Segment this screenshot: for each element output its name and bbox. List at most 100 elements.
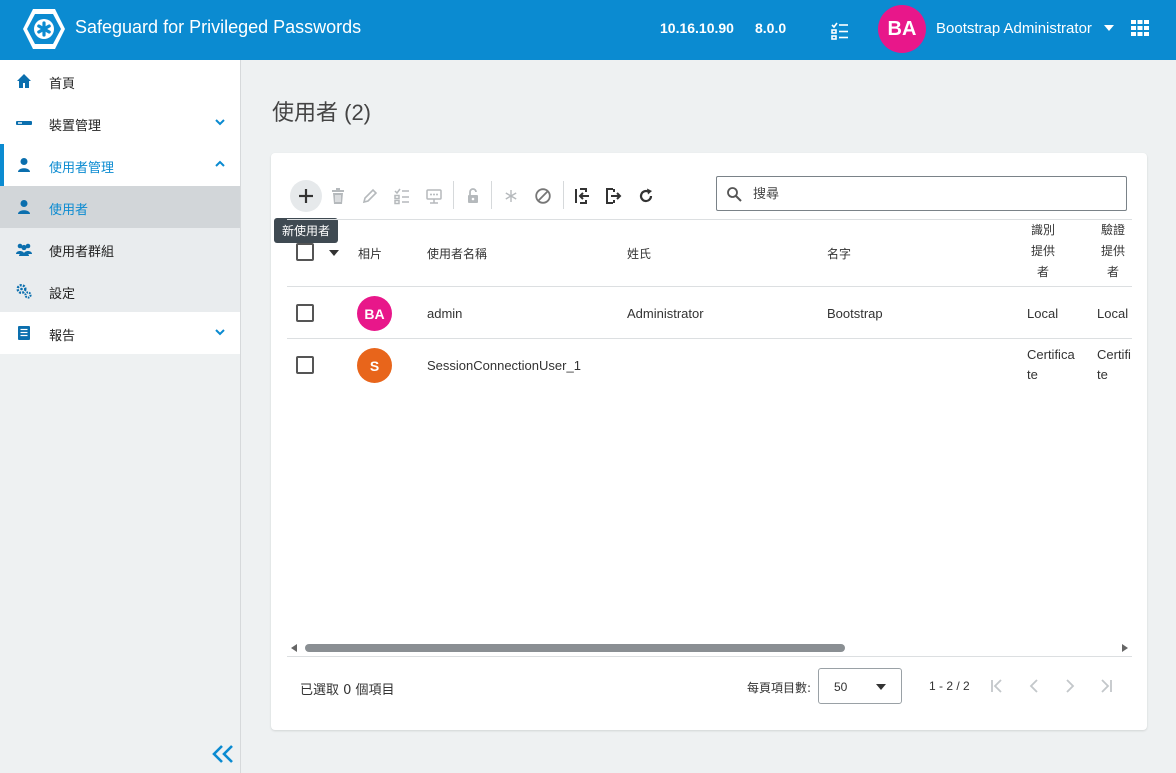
sidebar-item-users[interactable]: 使用者 [0, 186, 240, 228]
page-range: 1 - 2 / 2 [929, 679, 970, 693]
header-line: 者 [1106, 265, 1119, 279]
report-icon [18, 326, 30, 340]
horizontal-scrollbar[interactable] [287, 642, 1132, 654]
cell-username: SessionConnectionUser_1 [427, 358, 581, 373]
presentation-button[interactable] [422, 184, 446, 208]
sidebar-item-label: 使用者群組 [49, 245, 115, 260]
header-line: 識別 [1030, 223, 1055, 237]
header-line: 者 [1036, 265, 1049, 279]
block-icon [535, 188, 551, 204]
sidebar-item-user-groups[interactable]: 使用者群組 [0, 228, 240, 270]
device-icon [16, 121, 32, 125]
items-per-page-label: 每頁項目數: [747, 681, 812, 695]
scroll-right-arrow-icon[interactable] [1122, 644, 1128, 652]
caret-down-icon [876, 684, 886, 690]
toolbar-divider [563, 181, 564, 209]
header-line: 提供 [1030, 244, 1055, 258]
sidebar-item-label: 使用者 [49, 203, 89, 218]
column-header-auth-provider[interactable]: 驗證 提供 者 [1098, 220, 1128, 283]
sidebar-item-user-management[interactable]: 使用者管理 [0, 144, 240, 186]
apps-grid-icon[interactable] [1131, 20, 1149, 36]
user-menu-button[interactable]: Bootstrap Administrator [936, 20, 1092, 37]
pencil-icon [362, 188, 378, 204]
refresh-button[interactable] [634, 184, 658, 208]
user-icon [18, 158, 30, 172]
row-checkbox[interactable] [296, 304, 314, 322]
sidebar-item-settings[interactable]: 設定 [0, 270, 240, 312]
caret-down-icon[interactable] [1104, 25, 1114, 31]
cell-first-name: Bootstrap [827, 306, 883, 321]
safeguard-logo-icon [23, 9, 65, 49]
appliance-ip: 10.16.10.90 [660, 20, 734, 36]
trash-icon [332, 188, 344, 204]
chevron-down-icon [215, 119, 225, 126]
sidebar-item-label: 使用者管理 [49, 161, 115, 176]
search-box[interactable] [716, 176, 1127, 211]
search-input[interactable] [753, 183, 1113, 205]
row-divider [287, 286, 1132, 287]
sidebar-item-label: 首頁 [49, 77, 76, 92]
export-button[interactable] [602, 184, 626, 208]
grid-top-divider [287, 219, 1132, 220]
column-header-username[interactable]: 使用者名稱 [427, 245, 487, 262]
next-page-icon[interactable] [1061, 677, 1079, 695]
app-title: Safeguard for Privileged Passwords [75, 17, 362, 37]
cell-username: admin [427, 306, 463, 321]
search-icon [727, 187, 742, 202]
sidebar-item-home[interactable]: 首頁 [0, 60, 240, 102]
tasks-list-icon[interactable] [830, 21, 850, 41]
import-icon [575, 188, 589, 204]
import-button[interactable] [570, 184, 594, 208]
sidebar-item-reports[interactable]: 報告 [0, 312, 240, 354]
cell-last-name: Administrator [627, 306, 704, 321]
sidebar-item-label: 裝置管理 [49, 119, 102, 134]
column-header-photo[interactable]: 相片 [358, 245, 382, 262]
delete-button[interactable] [326, 184, 350, 208]
items-per-page-select[interactable]: 50 [818, 668, 902, 704]
cell-auth-provider: Certifi te [1097, 345, 1133, 385]
user-avatar[interactable]: BA [878, 5, 926, 53]
edit-button[interactable] [358, 184, 382, 208]
cell-identity-provider: Certifica te [1027, 345, 1075, 385]
row-checkbox[interactable] [296, 356, 314, 374]
page-title: 使用者 (2) [272, 100, 372, 125]
display-icon [426, 189, 442, 204]
checklist-button[interactable] [390, 184, 414, 208]
footer-divider [287, 656, 1132, 657]
disable-button[interactable] [531, 184, 555, 208]
sidebar-item-device-management[interactable]: 裝置管理 [0, 102, 240, 144]
previous-page-icon[interactable] [1025, 677, 1043, 695]
cell-line: Certifica [1027, 347, 1075, 362]
chevron-down-icon [215, 329, 225, 336]
column-header-first-name[interactable]: 名字 [827, 245, 851, 262]
last-page-icon[interactable] [1097, 677, 1115, 695]
header-line: 驗證 [1100, 223, 1125, 237]
unlock-button[interactable] [461, 184, 485, 208]
collapse-sidebar-icon[interactable] [210, 744, 236, 764]
column-header-identity-provider[interactable]: 識別 提供 者 [1028, 220, 1058, 283]
add-user-button[interactable] [290, 180, 322, 212]
user-icon [18, 200, 30, 214]
scroll-left-arrow-icon[interactable] [291, 644, 297, 652]
app-header: Safeguard for Privileged Passwords 10.16… [0, 0, 1176, 60]
toolbar-divider [453, 181, 454, 209]
cell-line: te [1027, 367, 1038, 382]
scrollbar-thumb[interactable] [305, 644, 845, 652]
cell-auth-provider: Local [1097, 306, 1129, 321]
column-header-last-name[interactable]: 姓氏 [627, 245, 651, 262]
reset-password-button[interactable] [499, 184, 523, 208]
appliance-version: 8.0.0 [755, 20, 787, 36]
home-icon [17, 74, 31, 88]
select-all-checkbox[interactable] [296, 243, 314, 261]
avatar: S [357, 348, 392, 383]
checklist-icon [394, 188, 409, 205]
plus-icon [299, 189, 313, 203]
select-menu-caret-icon[interactable] [329, 250, 339, 256]
cell-line: Certifi [1097, 347, 1131, 362]
users-grid-card: 新使用者 相片 使用者名稱 姓氏 名字 識別 提供 者 驗證 提供 者 BA a… [271, 153, 1147, 730]
sidebar: 首頁 裝置管理 使用者管理 使用者 使用者群組 設定 報告 [0, 60, 241, 773]
users-group-icon [16, 243, 32, 256]
avatar: BA [357, 296, 392, 331]
sidebar-item-label: 設定 [49, 287, 76, 302]
first-page-icon[interactable] [988, 677, 1006, 695]
